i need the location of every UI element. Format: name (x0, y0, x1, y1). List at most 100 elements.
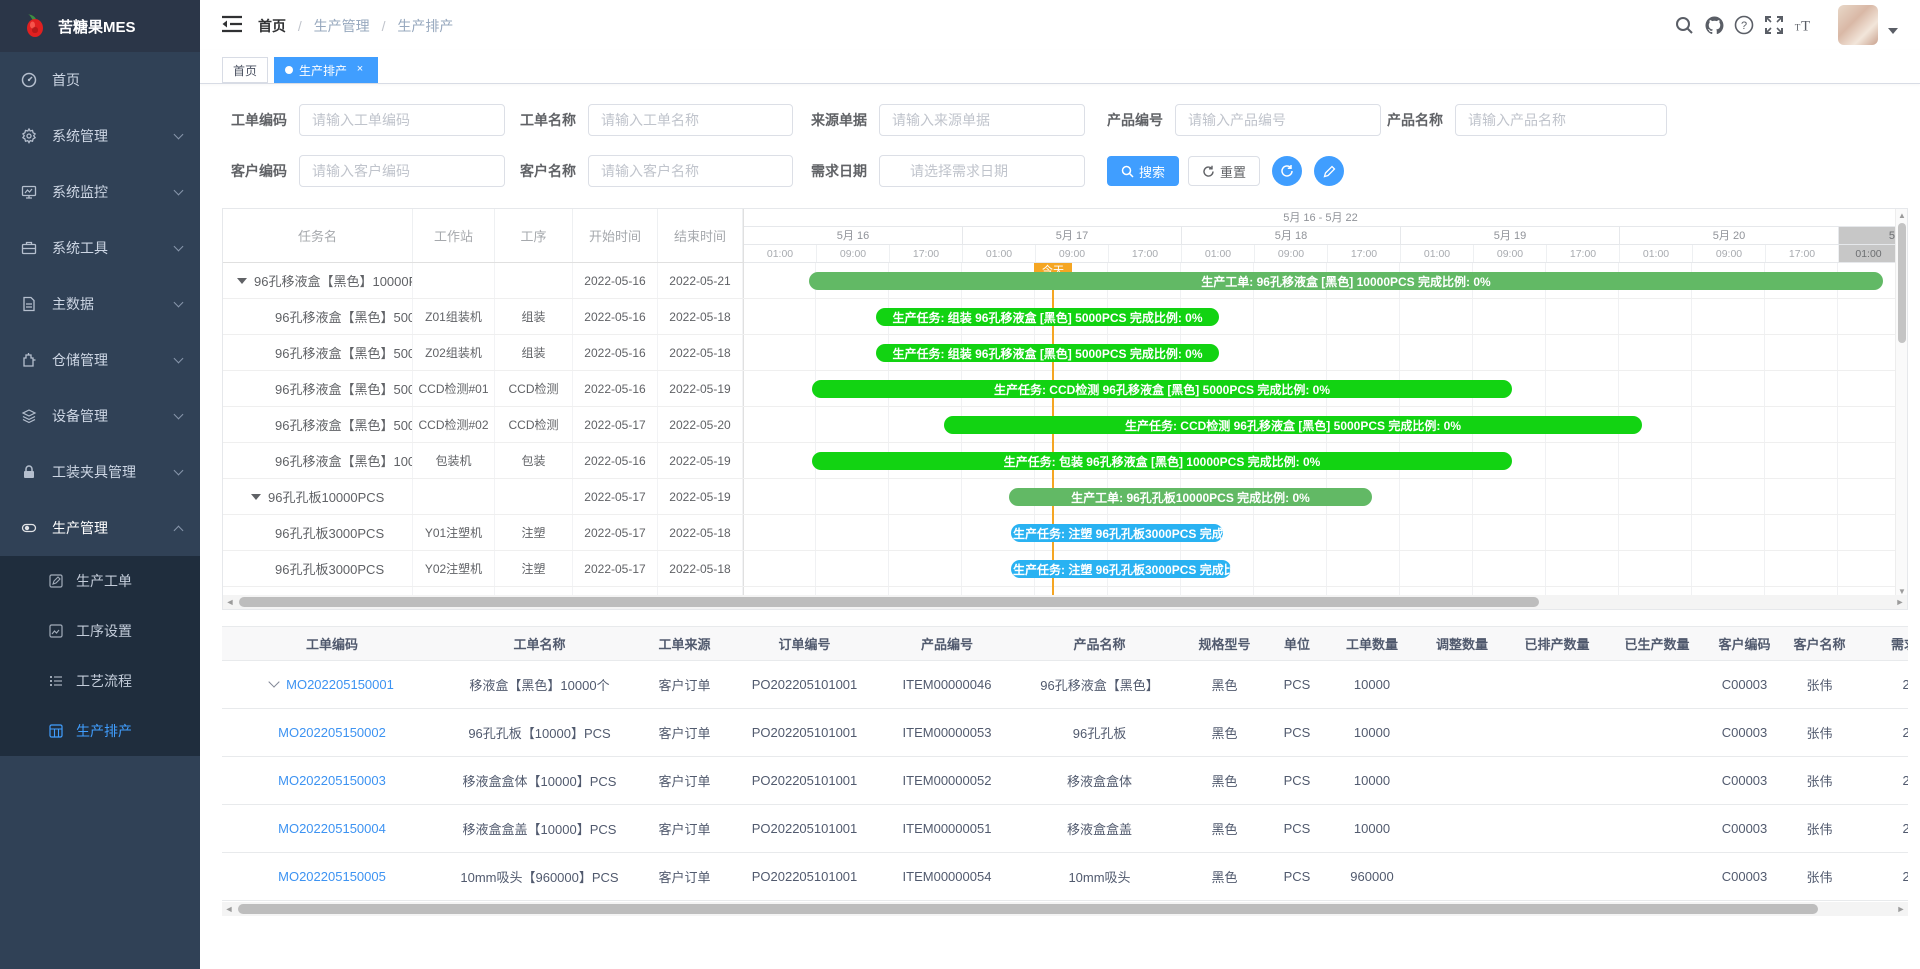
sidebar-item-system-tools[interactable]: 系统工具 (0, 220, 200, 276)
work-order-link[interactable]: MO202205150003 (278, 773, 386, 788)
scroll-right-arrow[interactable]: ► (1893, 595, 1907, 609)
chevron-down-icon (174, 354, 184, 364)
product-code-input[interactable] (1175, 104, 1381, 136)
demand-date-input[interactable] (879, 155, 1085, 187)
table-row[interactable]: MO202205150005 10mm吸头【960000】PCS客户订单PO20… (222, 853, 1908, 901)
gantt-chart: 任务名 工作站 工序 开始时间 结束时间 96孔移液盒【黑色】10000PCS … (222, 208, 1908, 610)
gantt-row[interactable]: 96孔孔板3000PCS Y02注塑机 注塑 2022-05-17 2022-0… (223, 551, 743, 587)
work-order-link[interactable]: MO202205150005 (278, 869, 386, 884)
expand-triangle-icon[interactable] (251, 494, 261, 500)
chevron-down-icon (174, 186, 184, 196)
caret-down-icon[interactable] (1888, 28, 1898, 34)
font-size-icon[interactable]: TT (1792, 14, 1814, 36)
scroll-left-arrow[interactable]: ◄ (222, 902, 236, 916)
sidebar-item-production[interactable]: 生产管理 (0, 500, 200, 556)
tab-scheduling[interactable]: 生产排产 × (274, 57, 378, 83)
work-order-link[interactable]: MO202205150001 (286, 677, 394, 692)
gantt-week-label: 5月 16 - 5月 22 (744, 209, 1897, 227)
gantt-bar-work-order[interactable]: 生产工单: 96孔孔板10000PCS 完成比例: 0% (1009, 488, 1372, 506)
work-order-code-input[interactable] (299, 104, 505, 136)
edit-square-icon (48, 573, 64, 589)
sidebar-item-scheduling[interactable]: 生产排产 (0, 706, 200, 756)
breadcrumb-home[interactable]: 首页 (258, 18, 286, 34)
gantt-bar-task-selected[interactable]: 生产任务: 注塑 96孔孔板3000PCS 完成比例: 0% (1011, 560, 1231, 578)
gantt-vertical-scrollbar[interactable]: ▲ ▼ (1895, 209, 1907, 597)
refresh-circle-button[interactable] (1272, 156, 1302, 186)
sidebar-item-equipment[interactable]: 设备管理 (0, 388, 200, 444)
scroll-left-arrow[interactable]: ◄ (223, 595, 237, 609)
sidebar-item-warehouse[interactable]: 仓储管理 (0, 332, 200, 388)
gantt-bar-task[interactable]: 生产任务: 组装 96孔移液盒 [黑色] 5000PCS 完成比例: 0% (876, 344, 1219, 362)
production-submenu: 生产工单 工序设置 工艺流程 生产排产 (0, 556, 200, 756)
gantt-row[interactable]: 96孔移液盒【黑色】5000PCS Z02组装机 组装 2022-05-16 2… (223, 335, 743, 371)
chevron-down-icon (174, 242, 184, 252)
scrollbar-thumb[interactable] (238, 904, 1818, 914)
table-row[interactable]: MO202205150004 移液盒盒盖【10000】PCS客户订单PO2022… (222, 805, 1908, 853)
table-row[interactable]: MO202205150002 96孔孔板【10000】PCS客户订单PO2022… (222, 709, 1908, 757)
gantt-bar-work-order[interactable]: 生产工单: 96孔移液盒 [黑色] 10000PCS 完成比例: 0% (809, 272, 1883, 290)
tab-home[interactable]: 首页 (222, 57, 268, 83)
customer-name-input[interactable] (588, 155, 793, 187)
work-order-name-input[interactable] (588, 104, 793, 136)
product-name-input[interactable] (1455, 104, 1667, 136)
work-order-link[interactable]: MO202205150002 (278, 725, 386, 740)
sidebar-item-process-flow[interactable]: 工艺流程 (0, 656, 200, 706)
scrollbar-thumb[interactable] (1898, 223, 1906, 343)
sidebar-collapse-icon[interactable] (222, 15, 242, 33)
fullscreen-icon[interactable] (1763, 14, 1785, 36)
gantt-row[interactable]: 96孔孔板3000PCS Y01注塑机 注塑 2022-05-17 2022-0… (223, 515, 743, 551)
gantt-bar-task-selected[interactable]: 生产任务: 注塑 96孔孔板3000PCS 完成比例: 0% (1011, 524, 1223, 542)
gantt-table-header: 任务名 工作站 工序 开始时间 结束时间 (223, 209, 743, 263)
search-icon[interactable] (1673, 14, 1695, 36)
chevron-down-icon[interactable] (268, 676, 279, 687)
gear-icon (20, 127, 38, 145)
gantt-bar-task[interactable]: 生产任务: 包装 96孔移液盒 [黑色] 10000PCS 完成比例: 0% (812, 452, 1512, 470)
sidebar-item-system-monitor[interactable]: 系统监控 (0, 164, 200, 220)
gantt-bar-task[interactable]: 生产任务: 组装 96孔移液盒 [黑色] 5000PCS 完成比例: 0% (876, 308, 1219, 326)
sidebar-item-home[interactable]: 首页 (0, 52, 200, 108)
gantt-bar-task[interactable]: 生产任务: CCD检测 96孔移液盒 [黑色] 5000PCS 完成比例: 0% (812, 380, 1512, 398)
gantt-row[interactable]: 96孔移液盒【黑色】10000PCS 包装机 包装 2022-05-16 202… (223, 443, 743, 479)
gantt-row[interactable]: 96孔移液盒【黑色】5000PCS CCD检测#01 CCD检测 2022-05… (223, 371, 743, 407)
orders-horizontal-scrollbar[interactable]: ◄ ► (222, 902, 1908, 916)
gantt-row[interactable]: 96孔移液盒【黑色】5000PCS CCD检测#02 CCD检测 2022-05… (223, 407, 743, 443)
chevron-down-icon (174, 466, 184, 476)
close-icon[interactable]: × (353, 63, 367, 77)
gantt-bar-task[interactable]: 生产任务: CCD检测 96孔移液盒 [黑色] 5000PCS 完成比例: 0% (944, 416, 1642, 434)
breadcrumb-production-mgmt[interactable]: 生产管理 (314, 18, 370, 34)
avatar[interactable] (1838, 5, 1878, 45)
work-order-link[interactable]: MO202205150004 (278, 821, 386, 836)
customer-code-input[interactable] (299, 155, 505, 187)
gantt-row[interactable]: 96孔孔板10000PCS 2022-05-17 2022-05-19 (223, 479, 743, 515)
customer-code-label: 客户编码 (197, 155, 287, 187)
scrollbar-thumb[interactable] (239, 597, 1539, 607)
scroll-right-arrow[interactable]: ► (1894, 902, 1908, 916)
gantt-horizontal-scrollbar[interactable]: ◄ ► (223, 595, 1907, 609)
active-tab-dot (285, 66, 293, 74)
gantt-row[interactable]: 96孔移液盒【黑色】10000PCS 2022-05-16 2022-05-21 (223, 263, 743, 299)
reset-button[interactable]: 重置 (1188, 156, 1260, 186)
app-title: 苦糖果MES (58, 16, 136, 37)
expand-triangle-icon[interactable] (237, 278, 247, 284)
app-logo[interactable]: 苦糖果MES (0, 0, 200, 52)
gantt-row[interactable]: 96孔移液盒【黑色】5000PCS Z01组装机 组装 2022-05-16 2… (223, 299, 743, 335)
edit-circle-button[interactable] (1314, 156, 1344, 186)
search-button[interactable]: 搜索 (1107, 156, 1179, 186)
scroll-up-arrow[interactable]: ▲ (1896, 209, 1908, 221)
source-doc-label: 来源单据 (777, 104, 867, 136)
document-icon (20, 295, 38, 313)
demand-date-label: 需求日期 (777, 155, 867, 187)
help-icon[interactable]: ? (1733, 14, 1755, 36)
sidebar-item-process-settings[interactable]: 工序设置 (0, 606, 200, 656)
sidebar-item-work-order[interactable]: 生产工单 (0, 556, 200, 606)
table-row[interactable]: MO202205150001 移液盒【黑色】10000个客户订单PO202205… (222, 661, 1908, 709)
chevron-down-icon (174, 298, 184, 308)
top-navbar: 首页 / 生产管理 / 生产排产 ? TT (200, 0, 1920, 50)
sidebar-item-master-data[interactable]: 主数据 (0, 276, 200, 332)
source-doc-input[interactable] (879, 104, 1085, 136)
table-row[interactable]: MO202205150003 移液盒盒体【10000】PCS客户订单PO2022… (222, 757, 1908, 805)
github-icon[interactable] (1703, 14, 1725, 36)
product-name-label: 产品名称 (1353, 104, 1443, 136)
sidebar-item-fixtures[interactable]: 工装夹具管理 (0, 444, 200, 500)
sidebar-item-system-mgmt[interactable]: 系统管理 (0, 108, 200, 164)
